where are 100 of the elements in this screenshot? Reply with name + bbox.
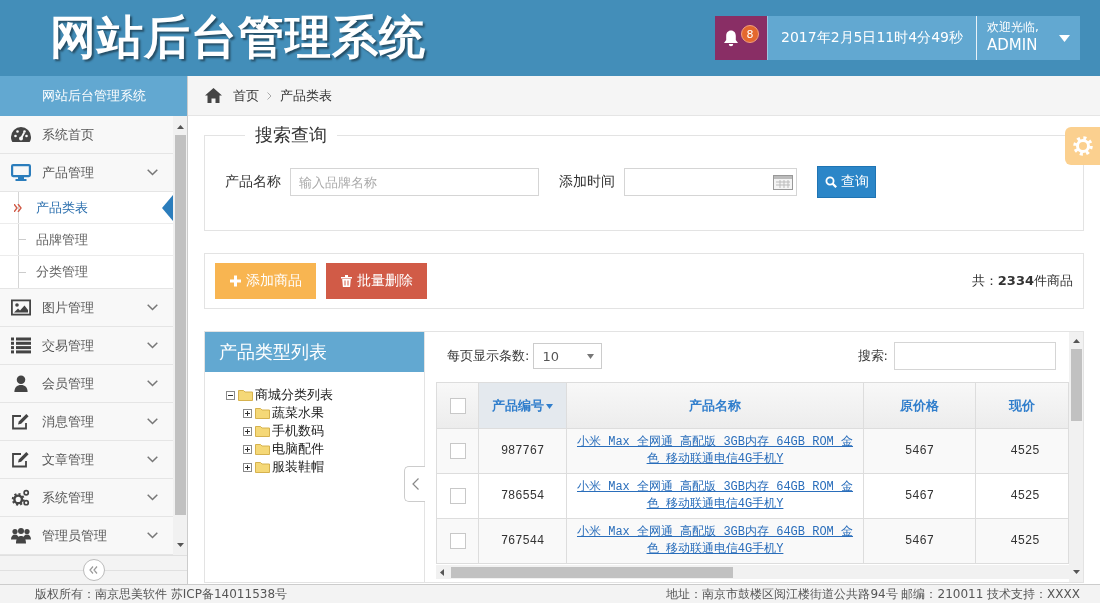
datetime-display: 2017年2月5日11时4分49秒 [768, 16, 977, 60]
menu-item[interactable]: 交易管理 [0, 327, 173, 365]
section-title: 搜索查询 [254, 123, 328, 147]
search-button[interactable]: 查询 [817, 166, 876, 198]
chevron-down-icon [147, 380, 158, 387]
menu-item[interactable]: 消息管理 [0, 403, 173, 441]
list-icon [11, 337, 31, 354]
table-cell: 5467 [863, 428, 976, 474]
submenu-item[interactable]: 产品类表 [0, 192, 173, 224]
menu-item[interactable]: 系统管理 [0, 479, 173, 517]
arrow-down-icon[interactable] [176, 543, 184, 547]
selection-pointer-icon [162, 195, 173, 221]
edit-icon [11, 451, 31, 468]
trash-icon [340, 275, 352, 287]
minus-box-icon[interactable] [226, 390, 235, 400]
submenu-item[interactable]: 分类管理 [0, 256, 173, 288]
panel-header: 产品类型列表 [205, 332, 424, 372]
menu-item[interactable]: 文章管理 [0, 441, 173, 479]
table-cell: 5467 [863, 473, 976, 519]
page-size-select[interactable]: 10 [533, 343, 603, 369]
menu-item[interactable]: 管理员管理 [0, 517, 173, 555]
plus-icon [229, 275, 241, 287]
folder-icon [255, 425, 270, 437]
page-size-label: 每页显示条数: [447, 347, 530, 365]
checkbox[interactable] [449, 397, 466, 414]
menu-item[interactable]: 产品管理 [0, 154, 173, 192]
edit-icon [11, 413, 31, 430]
tree-node-label[interactable]: 手机数码 [272, 422, 324, 440]
tree-node-label[interactable]: 电脑配件 [272, 440, 324, 458]
sidebar-title: 网站后台管理系统 [0, 76, 187, 116]
chevron-down-icon [147, 418, 158, 425]
delete-button[interactable]: 批量删除 [326, 263, 427, 299]
folder-icon [255, 443, 270, 455]
field-label: 产品名称 [225, 173, 281, 191]
chevron-down-icon [147, 494, 158, 501]
address-text: 地址：南京市鼓楼区阅江楼街道公共路94号 邮编：210011 技术支持：XXXX [666, 586, 1080, 602]
arrow-up-icon[interactable] [176, 125, 184, 129]
chevron-down-icon [147, 532, 158, 539]
table-cell: 4525 [975, 518, 1069, 564]
plus-box-icon[interactable] [243, 408, 252, 418]
table-cell: 767544 [478, 518, 567, 564]
users-icon [11, 527, 31, 544]
chevron-down-icon [147, 304, 158, 311]
collapse-tab[interactable] [404, 466, 425, 502]
breadcrumb-link[interactable]: 首页 [233, 86, 259, 105]
folder-icon [255, 461, 270, 473]
tree-node-label[interactable]: 蔬菜水果 [272, 404, 324, 422]
scrollbar[interactable] [436, 565, 1069, 579]
menu-item[interactable]: 系统首页 [0, 116, 173, 154]
text-input[interactable]: 输入品牌名称 [290, 168, 539, 196]
menu-item[interactable]: 图片管理 [0, 289, 173, 327]
tree-node-label[interactable]: 服装鞋帽 [272, 458, 324, 476]
scrollbar-thumb[interactable] [451, 566, 733, 578]
chevron-down-icon [147, 456, 158, 463]
calendar-icon[interactable] [773, 174, 793, 190]
folder-icon [238, 389, 253, 401]
item-count: 共：2334件商品 [971, 272, 1073, 290]
arrow-up-icon[interactable] [1072, 339, 1080, 343]
field-label: 添加时间 [559, 173, 615, 191]
checkbox[interactable] [449, 443, 466, 459]
table-cell: 987767 [478, 428, 567, 474]
home-icon[interactable] [205, 88, 222, 103]
table-cell: 4525 [975, 473, 1069, 519]
table-cell: 786554 [478, 473, 567, 519]
copyright-text: 版权所有：南京思美软件 苏ICP备14011538号 [35, 586, 288, 602]
sidebar-collapse-button[interactable] [82, 559, 105, 581]
settings-button[interactable] [1065, 127, 1100, 165]
plus-box-icon[interactable] [243, 462, 252, 472]
chevron-down-icon [147, 342, 158, 349]
double-chevron-right-icon [14, 203, 22, 212]
column-header[interactable]: 原价格 [863, 382, 976, 429]
picture-icon [11, 299, 31, 316]
monitor-icon [11, 164, 31, 181]
scrollbar-thumb[interactable] [174, 135, 186, 515]
bell-icon [723, 29, 739, 47]
notification-badge: 8 [741, 25, 759, 43]
chevron-left-icon [411, 478, 419, 490]
plus-box-icon[interactable] [243, 426, 252, 436]
column-header[interactable]: 现价 [975, 382, 1069, 429]
plus-box-icon[interactable] [243, 444, 252, 454]
chevron-down-icon [147, 169, 158, 176]
table-search-input[interactable] [894, 342, 1056, 370]
date-field[interactable] [624, 168, 797, 196]
search-label: 搜索: [857, 347, 888, 365]
scrollbar-thumb[interactable] [1070, 349, 1082, 421]
scrollbar[interactable] [1069, 332, 1083, 582]
caret-down-icon [1059, 34, 1070, 42]
chevron-right-icon [267, 91, 272, 100]
arrow-down-icon[interactable] [1072, 570, 1080, 574]
tree-node-label[interactable]: 商城分类列表 [255, 386, 333, 404]
checkbox[interactable] [449, 488, 466, 504]
double-chevron-left-icon [89, 566, 98, 574]
site-title: 网站后台管理系统 [50, 10, 426, 66]
gauge-icon [11, 126, 31, 143]
caret-down-icon [587, 353, 595, 359]
arrow-left-icon[interactable] [440, 568, 444, 576]
menu-item[interactable]: 会员管理 [0, 365, 173, 403]
caret-down-icon [546, 403, 553, 409]
checkbox[interactable] [449, 533, 466, 549]
column-header[interactable]: 产品名称 [566, 382, 864, 429]
